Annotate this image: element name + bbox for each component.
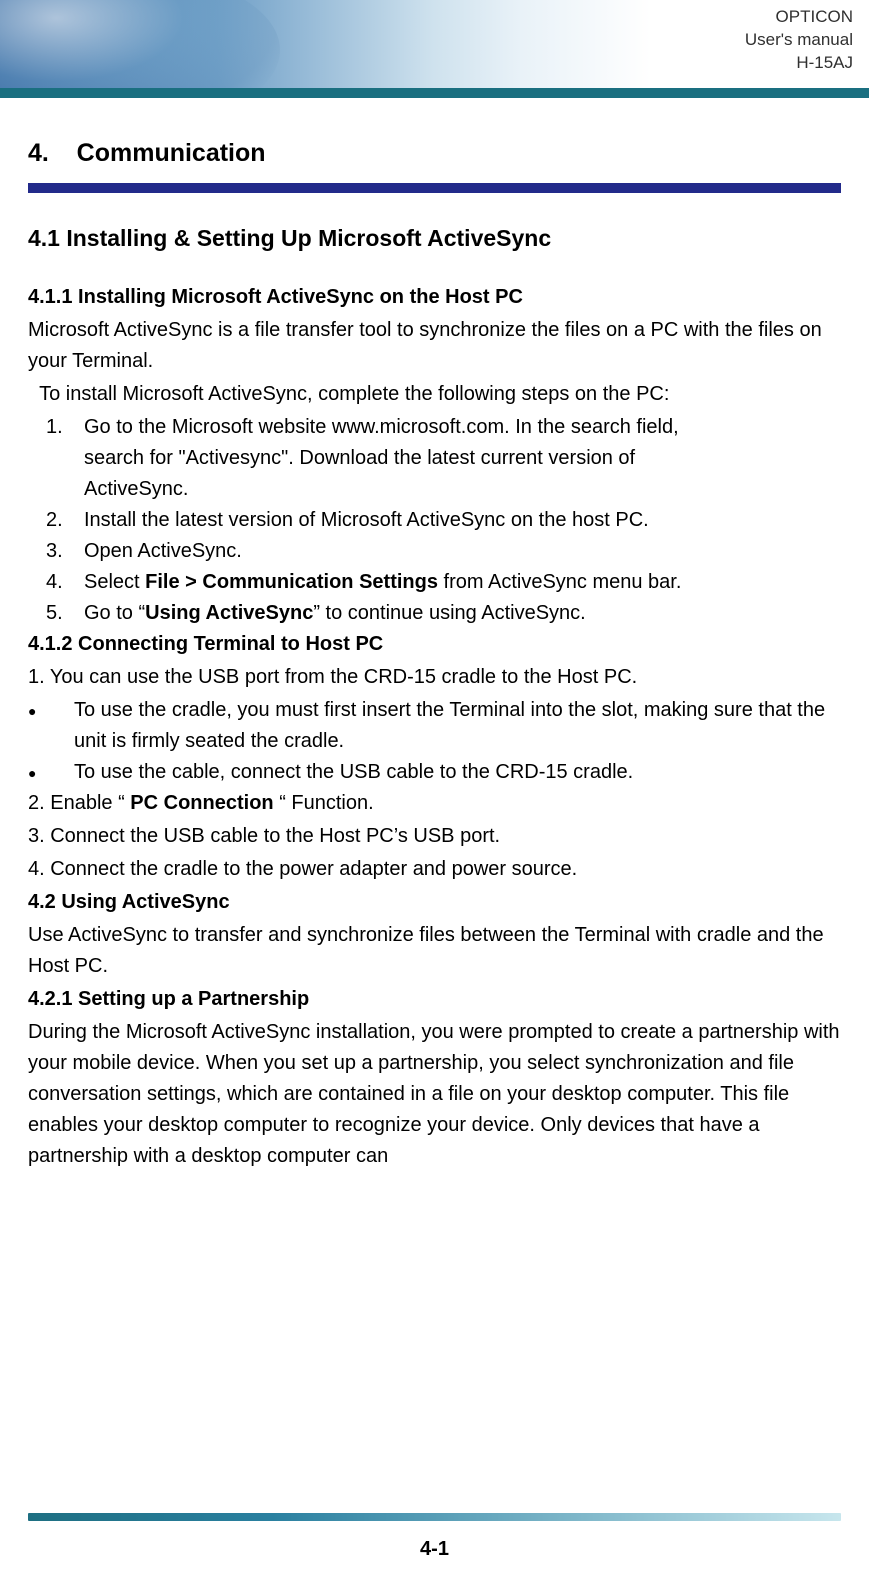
header-decoration xyxy=(0,0,280,98)
bullet-icon: ● xyxy=(28,757,74,788)
section-4-2-intro: Use ActiveSync to transfer and synchroni… xyxy=(28,920,841,982)
install-steps-list: 1. Go to the Microsoft website www.micro… xyxy=(28,412,841,629)
step-text: Go to the Microsoft website www.microsof… xyxy=(84,412,841,505)
bullet-text: To use the cradle, you must first insert… xyxy=(74,695,841,757)
list-item: 3. Open ActiveSync. xyxy=(28,536,841,567)
step-number: 1. xyxy=(28,412,84,505)
step-number: 5. xyxy=(28,598,84,629)
section-4-2-heading: 4.2 Using ActiveSync xyxy=(28,887,841,918)
text-fragment: 2. Enable “ xyxy=(28,792,130,814)
step-number: 2. xyxy=(28,505,84,536)
text-fragment: search for "Activesync". Download the la… xyxy=(84,447,635,469)
section-4-1-2-line3: 3. Connect the USB cable to the Host PC’… xyxy=(28,821,841,852)
section-4-1-2-heading: 4.1.2 Connecting Terminal to Host PC xyxy=(28,629,841,660)
bold-text: Using ActiveSync xyxy=(145,602,313,624)
list-item: 4. Select File > Communication Settings … xyxy=(28,567,841,598)
page: OPTICON User's manual H-15AJ 4. Communic… xyxy=(0,0,869,1577)
bullet-icon: ● xyxy=(28,695,74,757)
list-item: ● To use the cable, connect the USB cabl… xyxy=(28,757,841,788)
step-text: Select File > Communication Settings fro… xyxy=(84,567,841,598)
list-item: 2. Install the latest version of Microso… xyxy=(28,505,841,536)
text-fragment: Select xyxy=(84,571,145,593)
step-number: 4. xyxy=(28,567,84,598)
list-item: 5. Go to “Using ActiveSync” to continue … xyxy=(28,598,841,629)
section-4-1-2-line2: 2. Enable “ PC Connection “ Function. xyxy=(28,788,841,819)
bold-text: File > Communication Settings xyxy=(145,571,438,593)
step-number: 3. xyxy=(28,536,84,567)
bullet-list: ● To use the cradle, you must first inse… xyxy=(28,695,841,788)
content: 4. Communication 4.1 Installing & Settin… xyxy=(28,98,841,1172)
step-text: Go to “Using ActiveSync” to continue usi… xyxy=(84,598,841,629)
text-fragment: Go to “ xyxy=(84,602,145,624)
chapter-title: 4. Communication xyxy=(28,134,841,173)
text-fragment: ” to continue using ActiveSync. xyxy=(313,602,585,624)
list-item: ● To use the cradle, you must first inse… xyxy=(28,695,841,757)
section-4-2-1-body: During the Microsoft ActiveSync installa… xyxy=(28,1017,841,1172)
step-text: Install the latest version of Microsoft … xyxy=(84,505,841,536)
text-fragment: from ActiveSync menu bar. xyxy=(438,571,681,593)
section-4-2-1-heading: 4.2.1 Setting up a Partnership xyxy=(28,984,841,1015)
chapter-name: Communication xyxy=(77,139,266,167)
list-item: 1. Go to the Microsoft website www.micro… xyxy=(28,412,841,505)
header-manual: User's manual xyxy=(745,29,853,52)
bold-text: PC Connection xyxy=(130,792,273,814)
step-text: Open ActiveSync. xyxy=(84,536,841,567)
section-4-1-2-line4: 4. Connect the cradle to the power adapt… xyxy=(28,854,841,885)
section-4-1-1-intro: Microsoft ActiveSync is a file transfer … xyxy=(28,315,841,377)
section-4-1-1-heading: 4.1.1 Installing Microsoft ActiveSync on… xyxy=(28,282,841,313)
header-brand: OPTICON xyxy=(745,6,853,29)
header-text-block: OPTICON User's manual H-15AJ xyxy=(745,6,853,75)
section-4-1-heading: 4.1 Installing & Setting Up Microsoft Ac… xyxy=(28,221,841,257)
header-banner: OPTICON User's manual H-15AJ xyxy=(0,0,869,98)
chapter-number: 4. xyxy=(28,139,49,167)
section-4-1-1-lead: To install Microsoft ActiveSync, complet… xyxy=(28,379,841,410)
bullet-text: To use the cable, connect the USB cable … xyxy=(74,757,841,788)
text-fragment: ActiveSync. xyxy=(84,478,188,500)
footer-rule xyxy=(28,1513,841,1521)
text-fragment: “ Function. xyxy=(274,792,374,814)
text-fragment: Go to the Microsoft website www.microsof… xyxy=(84,416,679,438)
page-number: 4-1 xyxy=(0,1538,869,1561)
header-model: H-15AJ xyxy=(745,52,853,75)
chapter-rule xyxy=(28,183,841,193)
section-4-1-2-line1: 1. You can use the USB port from the CRD… xyxy=(28,662,841,693)
